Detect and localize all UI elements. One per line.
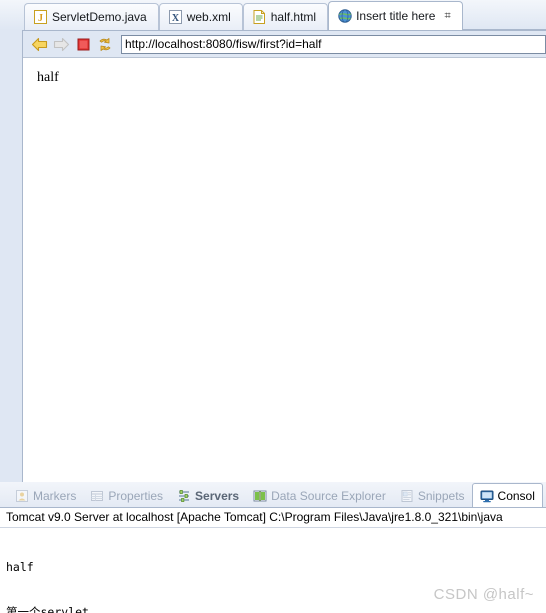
bottom-view-panel: Markers Properties — [0, 482, 546, 613]
editor-area: J ServletDemo.java X web.xml — [0, 0, 546, 482]
editor-tab-label: half.html — [271, 11, 316, 23]
editor-tab-strip: J ServletDemo.java X web.xml — [0, 0, 546, 30]
editor-tab-insert-title-here[interactable]: Insert title here ⌗ — [328, 1, 463, 30]
console-view[interactable]: Tomcat v9.0 Server at localhost [Apache … — [0, 507, 546, 613]
view-tab-strip: Markers Properties — [0, 482, 546, 507]
view-tab-console[interactable]: Consol — [472, 483, 543, 507]
editor-tab-label: ServletDemo.java — [52, 11, 147, 23]
properties-icon — [90, 489, 104, 503]
browser-page-view: half — [23, 57, 546, 482]
svg-text:J: J — [38, 13, 43, 24]
eclipse-ide-window: J ServletDemo.java X web.xml — [0, 0, 546, 613]
view-tab-label: Consol — [498, 489, 535, 503]
svg-text:X: X — [172, 13, 180, 24]
view-tab-label: Properties — [108, 489, 163, 503]
editor-tab-close-icon[interactable]: ⌗ — [444, 11, 450, 22]
view-tab-snippets[interactable]: Snippets — [393, 484, 472, 507]
xml-file-icon: X — [169, 10, 182, 24]
stop-square-icon[interactable] — [72, 33, 94, 55]
page-body-text: half — [23, 58, 546, 86]
tab-strip-filler — [463, 2, 546, 30]
console-icon — [480, 489, 494, 503]
arrow-right-icon — [50, 33, 72, 55]
arrow-left-icon[interactable] — [28, 33, 50, 55]
editor-tab-label: web.xml — [187, 11, 231, 23]
address-bar[interactable]: http://localhost:8080/fisw/first?id=half — [121, 35, 546, 54]
view-tab-label: Markers — [33, 489, 76, 503]
view-tab-data-source-explorer[interactable]: Data Source Explorer — [246, 484, 393, 507]
console-line: 第一个servlet — [6, 605, 546, 613]
view-tab-label: Data Source Explorer — [271, 489, 386, 503]
view-tab-properties[interactable]: Properties — [83, 484, 170, 507]
console-process-header: Tomcat v9.0 Server at localhost [Apache … — [0, 508, 546, 528]
internal-browser: http://localhost:8080/fisw/first?id=half… — [22, 30, 546, 482]
address-bar-value: http://localhost:8080/fisw/first?id=half — [125, 37, 321, 51]
editor-tab-servletdemo-java[interactable]: J ServletDemo.java — [24, 3, 159, 30]
markers-icon — [15, 489, 29, 503]
java-file-icon: J — [34, 10, 47, 24]
view-tab-servers[interactable]: Servers — [170, 484, 246, 507]
view-tab-label: Snippets — [418, 489, 465, 503]
view-tab-label: Servers — [195, 489, 239, 503]
globe-icon — [338, 9, 351, 23]
console-output: half 第一个servlet half 第一个servlet half — [0, 528, 546, 613]
html-file-icon — [253, 10, 266, 24]
refresh-icon[interactable] — [94, 33, 116, 55]
editor-tab-web-xml[interactable]: X web.xml — [159, 3, 243, 30]
editor-tab-label: Insert title here — [356, 10, 435, 22]
snippets-icon — [400, 489, 414, 503]
datasource-icon — [253, 489, 267, 503]
view-tab-markers[interactable]: Markers — [8, 484, 83, 507]
servers-icon — [177, 489, 191, 503]
editor-tab-half-html[interactable]: half.html — [243, 3, 328, 30]
console-line: half — [6, 560, 546, 575]
browser-toolbar: http://localhost:8080/fisw/first?id=half — [23, 31, 546, 57]
